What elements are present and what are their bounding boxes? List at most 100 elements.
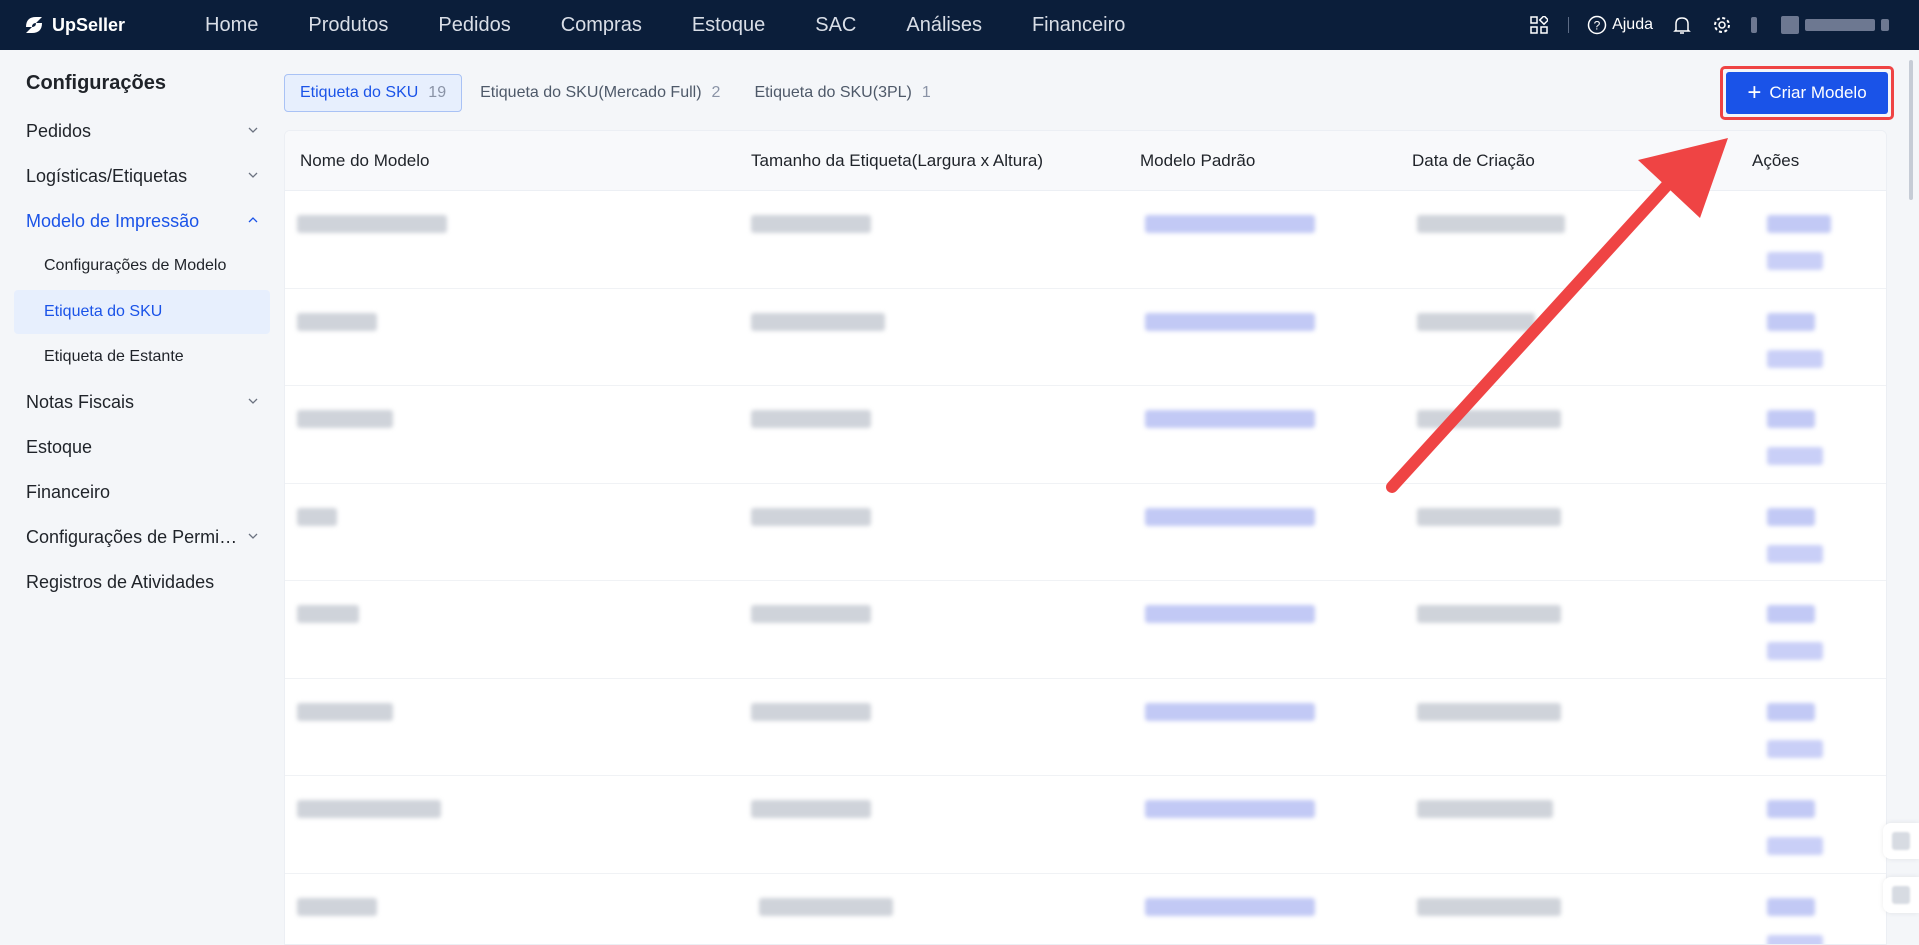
tab-count: 19 [428, 84, 447, 101]
action-delete-link-blurred[interactable] [1767, 349, 1823, 368]
default-model-link-blurred[interactable] [1145, 702, 1315, 721]
bell-icon[interactable] [1671, 14, 1693, 36]
action-delete-link-blurred[interactable] [1767, 544, 1823, 563]
create-model-button[interactable]: + Criar Modelo [1726, 72, 1888, 114]
nav-item-financeiro[interactable]: Financeiro [1007, 0, 1150, 50]
tab-label: Etiqueta do SKU(3PL) [754, 84, 912, 101]
chevron-down-icon [248, 533, 258, 539]
nav-item-home[interactable]: Home [180, 0, 283, 50]
sidebar-item-logisticas[interactable]: Logísticas/Etiquetas [14, 154, 270, 198]
app-logo[interactable]: UpSeller [22, 13, 162, 37]
sidebar-item-pedidos[interactable]: Pedidos [14, 109, 270, 153]
table-header: Nome do Modelo Tamanho da Etiqueta(Largu… [285, 131, 1886, 191]
nav-item-analises[interactable]: Análises [881, 0, 1007, 50]
main-nav: Home Produtos Pedidos Compras Estoque SA… [180, 0, 1150, 50]
template-name-blurred [297, 702, 393, 721]
creation-date-blurred [1417, 605, 1561, 623]
table-row [285, 679, 1886, 776]
column-header-nome: Nome do Modelo [300, 151, 430, 170]
table-row [285, 776, 1886, 874]
creation-date-blurred [1417, 507, 1561, 526]
sidebar-item-estoque[interactable]: Estoque [14, 425, 270, 469]
action-edit-link-blurred[interactable] [1767, 410, 1815, 428]
user-account-menu[interactable] [1751, 16, 1889, 34]
sidebar-item-registros-atividades[interactable]: Registros de Atividades [14, 560, 270, 604]
main-content: Etiqueta do SKU 19 Etiqueta do SKU(Merca… [284, 50, 1919, 945]
sidebar-item-label: Logísticas/Etiquetas [26, 165, 188, 186]
sidebar-item-modelo-impressao[interactable]: Modelo de Impressão [14, 199, 270, 243]
action-edit-link-blurred[interactable] [1767, 702, 1815, 721]
help-link[interactable]: ? Ajuda [1587, 15, 1653, 35]
default-model-link-blurred[interactable] [1145, 312, 1315, 331]
nav-item-pedidos[interactable]: Pedidos [413, 0, 535, 50]
default-model-link-blurred[interactable] [1145, 410, 1315, 428]
tab-count: 1 [921, 84, 931, 101]
gear-icon[interactable] [1711, 14, 1733, 36]
action-delete-link-blurred[interactable] [1767, 252, 1823, 270]
tab-etiqueta-sku[interactable]: Etiqueta do SKU 19 [284, 74, 463, 112]
action-delete-link-blurred[interactable] [1767, 642, 1823, 660]
action-edit-link-blurred[interactable] [1767, 215, 1831, 233]
action-edit-link-blurred[interactable] [1767, 507, 1815, 526]
label-size-blurred [751, 507, 871, 526]
table-row [285, 874, 1886, 944]
table-row [285, 191, 1886, 289]
template-name-blurred [297, 897, 377, 916]
sidebar-item-label: Configurações de Permi… [26, 526, 238, 547]
floating-tool-button[interactable] [1883, 877, 1919, 913]
sidebar-item-configuracoes-modelo[interactable]: Configurações de Modelo [14, 244, 270, 288]
nav-item-estoque[interactable]: Estoque [667, 0, 790, 50]
help-label: Ajuda [1612, 16, 1653, 33]
action-delete-link-blurred[interactable] [1767, 447, 1823, 465]
default-model-link-blurred[interactable] [1145, 215, 1315, 233]
default-model-link-blurred[interactable] [1145, 605, 1315, 623]
action-edit-link-blurred[interactable] [1767, 800, 1815, 818]
create-button-highlight: + Criar Modelo [1720, 66, 1894, 120]
label-type-tabs: Etiqueta do SKU 19 Etiqueta do SKU(Merca… [284, 74, 949, 112]
tab-etiqueta-sku-3pl[interactable]: Etiqueta do SKU(3PL) 1 [738, 74, 946, 112]
column-header-acoes: Ações [1752, 151, 1800, 170]
default-model-link-blurred[interactable] [1145, 800, 1315, 818]
create-model-label: Criar Modelo [1769, 83, 1867, 102]
label-size-blurred [751, 410, 871, 428]
action-edit-link-blurred[interactable] [1767, 312, 1815, 331]
svg-text:?: ? [1594, 19, 1601, 33]
label-size-blurred [751, 312, 885, 331]
help-circle-icon: ? [1587, 15, 1607, 35]
user-icon [1781, 16, 1799, 34]
column-header-data-criacao: Data de Criação [1412, 151, 1535, 170]
top-navigation-bar: UpSeller Home Produtos Pedidos Compras E… [0, 0, 1919, 50]
sidebar-item-financeiro[interactable]: Financeiro [14, 470, 270, 514]
floating-tool-icon [1892, 832, 1910, 850]
default-model-link-blurred[interactable] [1145, 507, 1315, 526]
action-delete-link-blurred[interactable] [1767, 934, 1823, 944]
settings-sidebar: Configurações Pedidos Logísticas/Etiquet… [0, 50, 270, 945]
floating-tool-icon [1892, 886, 1910, 904]
default-model-link-blurred[interactable] [1145, 897, 1315, 916]
label-size-blurred [751, 215, 871, 233]
tab-label: Etiqueta do SKU(Mercado Full) [480, 84, 702, 101]
avatar [1751, 17, 1757, 33]
apps-icon[interactable] [1528, 14, 1550, 36]
sidebar-item-notas-fiscais[interactable]: Notas Fiscais [14, 380, 270, 424]
sidebar-item-label: Modelo de Impressão [26, 210, 200, 231]
sidebar-item-configuracoes-permissoes[interactable]: Configurações de Permi… [14, 515, 270, 559]
nav-item-compras[interactable]: Compras [536, 0, 667, 50]
scrollbar[interactable] [1909, 60, 1913, 200]
creation-date-blurred [1417, 702, 1561, 721]
nav-item-sac[interactable]: SAC [790, 0, 881, 50]
action-edit-link-blurred[interactable] [1767, 605, 1815, 623]
sidebar-item-etiqueta-estante[interactable]: Etiqueta de Estante [14, 335, 270, 379]
template-name-blurred [297, 507, 337, 526]
sidebar-item-etiqueta-sku[interactable]: Etiqueta do SKU [14, 290, 270, 334]
chevron-down-icon [248, 398, 258, 404]
action-delete-link-blurred[interactable] [1767, 739, 1823, 758]
nav-item-produtos[interactable]: Produtos [283, 0, 413, 50]
action-edit-link-blurred[interactable] [1767, 897, 1815, 916]
divider [1568, 17, 1570, 33]
tab-etiqueta-sku-mercado-full[interactable]: Etiqueta do SKU(Mercado Full) 2 [464, 74, 736, 112]
template-name-blurred [297, 410, 393, 428]
creation-date-blurred [1417, 215, 1565, 233]
floating-tool-button[interactable] [1883, 823, 1919, 859]
action-delete-link-blurred[interactable] [1767, 837, 1823, 855]
